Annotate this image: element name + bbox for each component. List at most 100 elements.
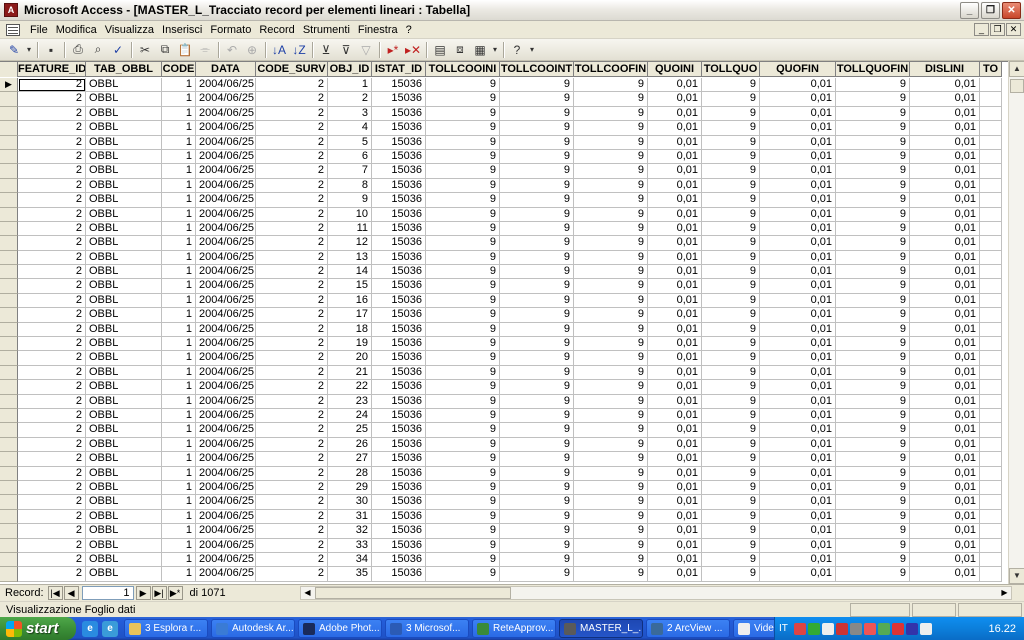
cell-tab_obbl[interactable]: OBBL [86, 452, 162, 467]
cell-feature_id[interactable]: 2 [18, 178, 86, 194]
cell-code[interactable]: 1 [162, 552, 196, 568]
cell-quofin[interactable]: 0,01 [760, 437, 836, 453]
cell-tollcooint[interactable]: 9 [500, 265, 574, 280]
cell-tollcooini[interactable]: 9 [426, 279, 500, 294]
cell-tollcoofin[interactable]: 9 [574, 106, 648, 122]
globe-icon[interactable]: e [82, 620, 98, 637]
cell-tollcoofin[interactable]: 9 [574, 279, 648, 294]
cell-feature_id[interactable]: 2 [18, 423, 86, 438]
cell-truncated[interactable] [980, 78, 1002, 93]
cell-data[interactable]: 2004/06/25 [196, 538, 256, 553]
cell-obj_id[interactable]: 21 [328, 365, 372, 381]
cell-tollquofin[interactable]: 9 [836, 351, 910, 366]
record-selector[interactable] [0, 380, 18, 395]
cell-tollcooint[interactable]: 9 [500, 408, 574, 424]
cell-obj_id[interactable]: 18 [328, 322, 372, 338]
cell-dislini[interactable]: 0,01 [910, 466, 980, 481]
cell-istat_id[interactable]: 15036 [372, 78, 426, 93]
cell-dislini[interactable]: 0,01 [910, 92, 980, 107]
sort-ascending-icon[interactable]: ↓A [269, 41, 289, 59]
scroll-right-button[interactable]: ▶ [998, 587, 1011, 599]
cell-feature_id[interactable]: 2 [18, 279, 86, 294]
cell-tollquofin[interactable]: 9 [836, 135, 910, 150]
cell-obj_id[interactable]: 28 [328, 466, 372, 481]
print-preview-icon[interactable]: ⌕ [88, 41, 108, 59]
cell-tab_obbl[interactable]: OBBL [86, 308, 162, 323]
cell-tollcooini[interactable]: 9 [426, 121, 500, 136]
cell-code[interactable]: 1 [162, 106, 196, 122]
cell-tab_obbl[interactable]: OBBL [86, 250, 162, 266]
table-row[interactable]: 2 OBBL 1 2004/06/25 2 5 15036 9 9 9 0,01 9 0,01 9 0,01 [0, 135, 1002, 150]
child-minimize-button[interactable]: _ [974, 23, 989, 36]
cell-quoini[interactable]: 0,01 [648, 480, 702, 496]
cell-truncated[interactable] [980, 394, 1002, 409]
taskbar-button[interactable]: ReteApprov... [472, 619, 556, 638]
cell-istat_id[interactable]: 15036 [372, 495, 426, 510]
cell-istat_id[interactable]: 15036 [372, 337, 426, 352]
cell-tab_obbl[interactable]: OBBL [86, 567, 162, 582]
cell-code_surv[interactable]: 2 [256, 452, 328, 467]
cell-quoini[interactable]: 0,01 [648, 221, 702, 237]
cell-tollquo[interactable]: 9 [702, 78, 760, 93]
record-selector[interactable] [0, 365, 18, 381]
cell-truncated[interactable] [980, 509, 1002, 525]
cell-tollcooini[interactable]: 9 [426, 221, 500, 237]
cell-tollcoofin[interactable]: 9 [574, 466, 648, 481]
cell-quoini[interactable]: 0,01 [648, 538, 702, 553]
column-header-feature_id[interactable]: FEATURE_ID [18, 62, 86, 77]
cell-code[interactable]: 1 [162, 121, 196, 136]
cell-data[interactable]: 2004/06/25 [196, 221, 256, 237]
cell-istat_id[interactable]: 15036 [372, 308, 426, 323]
vertical-scroll-thumb[interactable] [1010, 79, 1024, 93]
column-header-tollquo[interactable]: TOLLQUO [702, 62, 760, 77]
cell-tab_obbl[interactable]: OBBL [86, 221, 162, 237]
table-row[interactable]: 2 OBBL 1 2004/06/25 2 29 15036 9 9 9 0,01 9 0,01 9 0,0… [0, 480, 1002, 496]
cell-istat_id[interactable]: 15036 [372, 193, 426, 208]
cell-quofin[interactable]: 0,01 [760, 308, 836, 323]
cell-code_surv[interactable]: 2 [256, 149, 328, 165]
column-header-istat_id[interactable]: ISTAT_ID [372, 62, 426, 77]
cell-quoini[interactable]: 0,01 [648, 193, 702, 208]
cell-feature_id[interactable]: 2 [18, 524, 86, 539]
cell-tollquo[interactable]: 9 [702, 509, 760, 525]
first-record-button[interactable]: |◀ [47, 585, 63, 600]
cell-tollcooini[interactable]: 9 [426, 480, 500, 496]
cell-tollcoofin[interactable]: 9 [574, 452, 648, 467]
tray-icon[interactable] [793, 622, 806, 635]
record-selector[interactable] [0, 265, 18, 280]
column-header-tollcoofin[interactable]: TOLLCOOFIN [574, 62, 648, 77]
cell-code_surv[interactable]: 2 [256, 322, 328, 338]
record-selector[interactable] [0, 193, 18, 208]
cell-truncated[interactable] [980, 279, 1002, 294]
cell-feature_id[interactable]: 2 [18, 337, 86, 352]
cell-dislini[interactable]: 0,01 [910, 509, 980, 525]
cell-tollquo[interactable]: 9 [702, 250, 760, 266]
cell-truncated[interactable] [980, 552, 1002, 568]
cell-tollcooini[interactable]: 9 [426, 408, 500, 424]
column-header-obj_id[interactable]: OBJ_ID [328, 62, 372, 77]
cell-dislini[interactable]: 0,01 [910, 279, 980, 294]
cell-code_surv[interactable]: 2 [256, 394, 328, 409]
cell-quofin[interactable]: 0,01 [760, 193, 836, 208]
cell-obj_id[interactable]: 35 [328, 567, 372, 582]
cell-code[interactable]: 1 [162, 408, 196, 424]
cell-istat_id[interactable]: 15036 [372, 552, 426, 568]
cell-quofin[interactable]: 0,01 [760, 293, 836, 309]
cell-tollquofin[interactable]: 9 [836, 337, 910, 352]
cell-dislini[interactable]: 0,01 [910, 380, 980, 395]
paste-icon[interactable]: 📋 [175, 41, 195, 59]
cell-istat_id[interactable]: 15036 [372, 164, 426, 179]
cell-code_surv[interactable]: 2 [256, 423, 328, 438]
cell-tab_obbl[interactable]: OBBL [86, 265, 162, 280]
menu-record[interactable]: Record [255, 24, 298, 36]
cell-tab_obbl[interactable]: OBBL [86, 423, 162, 438]
cell-code[interactable]: 1 [162, 351, 196, 366]
cell-quofin[interactable]: 0,01 [760, 149, 836, 165]
cell-tollcoofin[interactable]: 9 [574, 221, 648, 237]
cell-quofin[interactable]: 0,01 [760, 221, 836, 237]
menu-finestra[interactable]: Finestra [354, 24, 402, 36]
chevron-down-icon[interactable]: ▾ [24, 41, 34, 59]
cell-code[interactable]: 1 [162, 293, 196, 309]
cell-tollquofin[interactable]: 9 [836, 365, 910, 381]
cell-code[interactable]: 1 [162, 380, 196, 395]
